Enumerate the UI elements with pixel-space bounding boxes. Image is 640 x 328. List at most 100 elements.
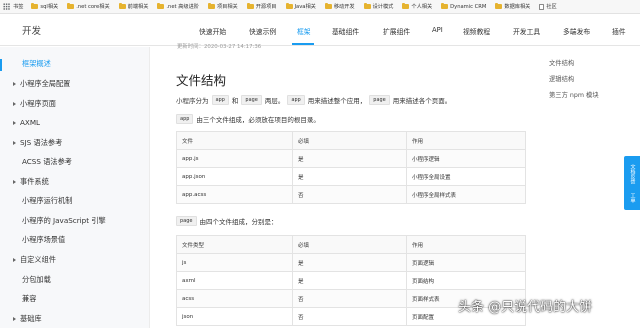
sidebar-item-subpackages[interactable]: 分包加载 xyxy=(22,275,51,285)
sidebar-item-pages[interactable]: 小程序页面 xyxy=(13,99,56,109)
bookmark-label: 设计模式 xyxy=(372,4,394,10)
sidebar-item-label: 小程序的 JavaScript 引擎 xyxy=(22,216,106,225)
toc-item-logic-structure[interactable]: 逻辑结构 xyxy=(549,74,574,83)
toc-item-file-structure[interactable]: 文件结构 xyxy=(549,58,574,67)
nav-api[interactable]: API xyxy=(432,26,443,34)
table-cell: acss xyxy=(176,289,293,308)
sidebar-item-label: 小程序全局配置 xyxy=(20,79,71,88)
nav-extended-components[interactable]: 扩展组件 xyxy=(383,26,410,36)
table-cell: 页面结构 xyxy=(406,271,526,290)
bookmark-folder-frontend[interactable]: 前端相关 xyxy=(118,3,149,10)
page-intro-text: 由四个文件组成，分别是： xyxy=(199,218,278,226)
nav-multi-publish[interactable]: 多端发布 xyxy=(563,26,590,36)
site-logo[interactable]: 开发 xyxy=(22,23,41,37)
inline-code: app xyxy=(287,95,305,105)
ticket-button[interactable]: 工单 xyxy=(629,193,636,203)
nav-quick-start[interactable]: 快速开始 xyxy=(199,26,226,36)
table-header-row: 文件 必填 作用 xyxy=(176,131,526,150)
table-cell: 否 xyxy=(292,185,407,204)
bookmark-folder-personal[interactable]: 个人相关 xyxy=(402,3,432,10)
table-row: js 是 页面逻辑 xyxy=(176,253,526,272)
bookmark-label: .net core相关 xyxy=(76,4,110,10)
sidebar-item-scene[interactable]: 小程序场景值 xyxy=(22,235,65,245)
bookmarks-apps-label: 书签 xyxy=(13,4,24,10)
app-files-table: 文件 必填 作用 app.js 是 小程序逻辑 app.json 是 小程序全局… xyxy=(176,131,526,204)
bookmark-folder-sql[interactable]: sql相关 xyxy=(31,3,58,10)
table-cell: 否 xyxy=(292,307,407,326)
sidebar-item-custom-components[interactable]: 自定义组件 xyxy=(13,255,56,265)
active-tab-indicator xyxy=(292,43,314,45)
bookmark-folder-database[interactable]: 数据库相关 xyxy=(495,3,530,10)
folder-icon xyxy=(495,3,503,9)
sidebar-item-overview[interactable]: 框架概述 xyxy=(22,59,51,69)
sidebar-item-label: 基础库 xyxy=(20,314,42,323)
table-cell: 否 xyxy=(292,289,407,308)
inline-code: page xyxy=(241,95,262,105)
table-header-cell: 文件类型 xyxy=(176,235,293,254)
folder-icon xyxy=(67,3,75,9)
table-cell: 小程序逻辑 xyxy=(406,149,526,168)
bookmark-folder-dynamics[interactable]: Dynamic CRM xyxy=(441,3,486,10)
sidebar-item-label: 事件系统 xyxy=(20,177,49,186)
folder-icon xyxy=(441,3,449,9)
bookmark-folder-java[interactable]: Java相关 xyxy=(285,3,316,10)
nav-dev-tools[interactable]: 开发工具 xyxy=(513,26,540,36)
nav-base-components[interactable]: 基础组件 xyxy=(332,26,359,36)
sidebar-item-sjs[interactable]: SJS 语法参考 xyxy=(13,138,62,148)
app-intro-text: 由三个文件组成，必须放在项目的根目录。 xyxy=(196,116,320,124)
intro-text: 用来描述整个应用， xyxy=(307,97,367,105)
table-cell: 小程序全局样式表 xyxy=(406,185,526,204)
app-intro-paragraph: app 由三个文件组成，必须放在项目的根目录。 xyxy=(176,114,320,124)
table-cell: js xyxy=(176,253,293,272)
nav-quick-example[interactable]: 快速示例 xyxy=(249,26,276,36)
table-cell: 是 xyxy=(292,253,407,272)
bookmark-folder-mobile[interactable]: 移动开发 xyxy=(324,3,355,10)
bookmark-folder-opensource[interactable]: 开源项目 xyxy=(246,3,277,10)
toc-item-npm-modules[interactable]: 第三方 npm 模块 xyxy=(549,90,599,99)
inline-code: app xyxy=(176,114,194,124)
nav-plugins[interactable]: 插件 xyxy=(612,26,626,36)
table-cell: json xyxy=(176,307,293,326)
sidebar-item-js-engine[interactable]: 小程序的 JavaScript 引擎 xyxy=(22,216,106,226)
bookmark-folder-patterns[interactable]: 设计模式 xyxy=(363,3,394,10)
folder-icon xyxy=(207,3,215,9)
intro-text: 小程序分为 xyxy=(176,97,209,105)
sidebar-item-base-library[interactable]: 基础库 xyxy=(13,314,42,324)
table-cell: 小程序全局设置 xyxy=(406,167,526,186)
updated-timestamp: 更新时间：2020-03-27 14:17:36 xyxy=(177,44,262,50)
folder-icon xyxy=(285,3,293,9)
sidebar-item-compat[interactable]: 兼容 xyxy=(22,294,36,304)
bookmark-folder-net-advanced[interactable]: .net 高级进阶 xyxy=(157,3,199,10)
floating-side-buttons: 文档反馈 工单 xyxy=(624,156,640,210)
sidebar-item-label: 分包加载 xyxy=(22,275,51,284)
inline-code: page xyxy=(369,95,390,105)
sidebar-item-label: 小程序运行机制 xyxy=(22,196,73,205)
sidebar-item-events[interactable]: 事件系统 xyxy=(13,177,49,187)
watermark: 头条 @只说代码的大饼 xyxy=(458,300,593,315)
bookmark-label: 前端相关 xyxy=(127,4,149,10)
sidebar-item-label: 小程序场景值 xyxy=(22,235,66,244)
bookmarks-apps-button[interactable]: 书签 xyxy=(3,3,23,10)
nav-video-tutorials[interactable]: 视频教程 xyxy=(463,26,490,36)
sidebar-item-axml[interactable]: AXML xyxy=(13,118,40,127)
sidebar-item-label: 兼容 xyxy=(22,294,37,303)
table-cell: 是 xyxy=(292,271,407,290)
page-intro-paragraph: page 由四个文件组成，分别是： xyxy=(176,216,278,226)
sidebar-item-acss[interactable]: ACSS 语法参考 xyxy=(22,157,72,167)
bookmark-label: 个人相关 xyxy=(411,4,433,10)
bookmark-community[interactable]: 社区 xyxy=(539,3,557,10)
sidebar-item-global-config[interactable]: 小程序全局配置 xyxy=(13,79,70,89)
bookmark-folder-netcore[interactable]: .net core相关 xyxy=(67,3,110,10)
page-title: 文件结构 xyxy=(176,73,227,88)
bookmark-label: 数据库相关 xyxy=(504,4,531,10)
bookmark-folder-projects[interactable]: 项目相关 xyxy=(207,3,238,10)
table-cell: axml xyxy=(176,271,293,290)
table-header-cell: 作用 xyxy=(406,131,526,150)
sidebar-item-runtime[interactable]: 小程序运行机制 xyxy=(22,196,72,206)
table-row: axml 是 页面结构 xyxy=(176,271,526,290)
nav-framework[interactable]: 框架 xyxy=(297,26,311,36)
caret-right-icon xyxy=(13,102,16,106)
inline-code: app xyxy=(211,95,229,105)
sidebar-item-label: ACSS 语法参考 xyxy=(22,157,72,166)
feedback-button[interactable]: 文档反馈 xyxy=(629,164,636,184)
